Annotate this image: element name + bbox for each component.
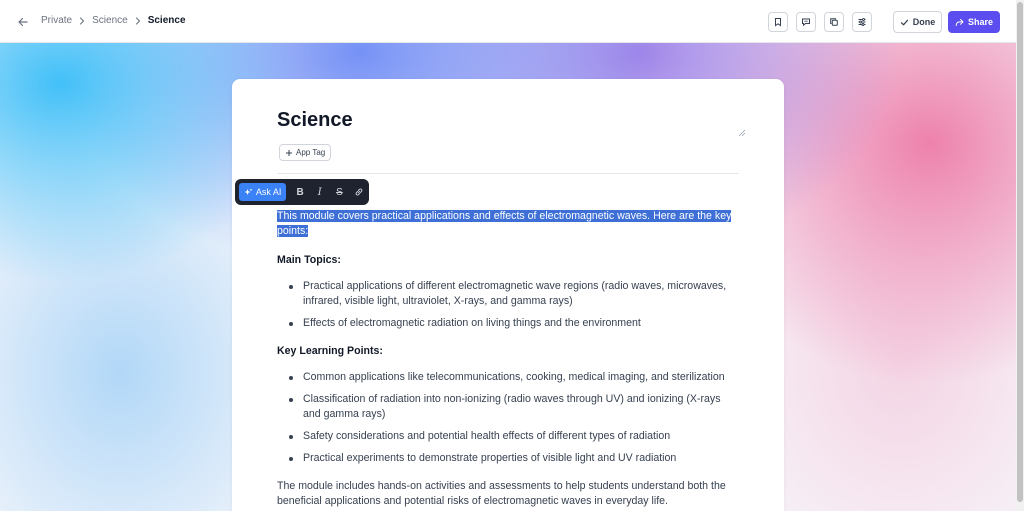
document-body[interactable]: This module covers practical application… — [277, 209, 747, 509]
breadcrumb: Private Science Science — [41, 15, 186, 26]
top-bar: Private Science Science Done Share — [0, 0, 1016, 43]
settings-button[interactable] — [852, 12, 872, 32]
list-item: Practical applications of different elec… — [277, 279, 739, 309]
bookmark-icon — [775, 18, 781, 27]
done-label: Done — [912, 17, 936, 27]
sparkle-icon — [244, 188, 253, 195]
check-icon — [900, 19, 908, 25]
resize-handle-icon[interactable] — [738, 129, 746, 137]
section-heading: Key Learning Points: — [277, 345, 383, 357]
strikethrough-button[interactable]: S — [330, 183, 350, 201]
link-icon — [355, 188, 363, 196]
sliders-icon — [858, 18, 866, 26]
document-card: Science App Tag Ask AI B I S This module… — [232, 79, 784, 511]
share-button[interactable]: Share — [948, 11, 1000, 33]
ask-ai-button[interactable]: Ask AI — [239, 183, 287, 201]
add-app-tag-button[interactable]: App Tag — [279, 144, 332, 161]
chevron-right-icon — [75, 16, 89, 25]
copy-icon — [830, 18, 838, 26]
share-label: Share — [967, 17, 993, 27]
arrow-left-icon — [18, 17, 28, 27]
comment-button[interactable] — [796, 12, 816, 32]
breadcrumb-item-science[interactable]: Science — [92, 15, 128, 26]
scrollbar[interactable] — [1016, 0, 1024, 511]
link-button[interactable] — [349, 183, 369, 201]
breadcrumb-current: Science — [147, 15, 186, 26]
section-heading: Main Topics: — [277, 254, 341, 266]
copy-button[interactable] — [824, 12, 844, 32]
bullet-list: Common applications like telecommunicati… — [277, 370, 747, 466]
list-item: Safety considerations and potential heal… — [277, 429, 739, 444]
page-title[interactable]: Science — [277, 109, 353, 132]
chevron-right-icon — [131, 16, 145, 25]
format-toolbar: Ask AI B I S — [235, 179, 369, 205]
share-icon — [955, 18, 964, 26]
list-item: Effects of electromagnetic radiation on … — [277, 316, 739, 331]
comment-icon — [802, 18, 810, 27]
bookmark-button[interactable] — [768, 12, 788, 32]
intro-paragraph: This module covers practical application… — [277, 209, 747, 239]
list-item: Practical experiments to demonstrate pro… — [277, 451, 739, 466]
ask-ai-label: Ask AI — [255, 187, 282, 197]
divider — [277, 173, 739, 174]
back-button[interactable] — [14, 13, 32, 31]
list-item: Classification of radiation into non-ion… — [277, 392, 739, 422]
bullet-list: Practical applications of different elec… — [277, 279, 747, 331]
selected-text: This module covers practical application… — [277, 210, 732, 237]
done-button[interactable]: Done — [893, 11, 942, 33]
list-item: Common applications like telecommunicati… — [277, 370, 739, 385]
italic-button[interactable]: I — [310, 183, 330, 201]
plus-icon — [286, 149, 292, 156]
app-tag-label: App Tag — [296, 148, 326, 157]
outro-paragraph: The module includes hands-on activities … — [277, 480, 726, 507]
breadcrumb-item-private[interactable]: Private — [41, 15, 72, 26]
scrollbar-thumb[interactable] — [1017, 2, 1023, 502]
bold-button[interactable]: B — [290, 183, 310, 201]
